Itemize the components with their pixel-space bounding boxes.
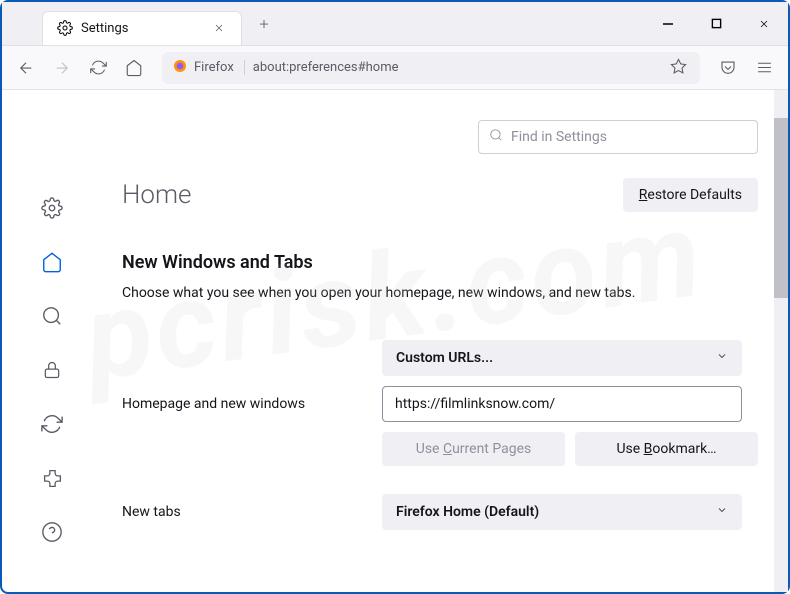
sidebar-item-privacy[interactable] xyxy=(34,352,70,388)
sidebar-item-sync[interactable] xyxy=(34,406,70,442)
close-icon[interactable] xyxy=(211,20,227,36)
window-controls xyxy=(644,3,788,45)
section-title: New Windows and Tabs xyxy=(122,252,758,273)
newtabs-select[interactable]: Firefox Home (Default) xyxy=(382,494,742,530)
navigation-toolbar: Firefox about:preferences#home xyxy=(2,46,788,90)
firefox-icon xyxy=(172,58,188,78)
select-value: Custom URLs... xyxy=(396,350,493,366)
select-value: Firefox Home (Default) xyxy=(396,504,539,520)
identity-label: Firefox xyxy=(194,60,245,75)
reload-button[interactable] xyxy=(82,52,114,84)
url-text: about:preferences#home xyxy=(253,60,662,75)
forward-button[interactable] xyxy=(46,52,78,84)
minimize-button[interactable] xyxy=(644,3,692,45)
close-button[interactable] xyxy=(740,3,788,45)
search-icon xyxy=(489,128,503,146)
settings-sidebar xyxy=(2,90,102,592)
section-description: Choose what you see when you open your h… xyxy=(122,283,758,304)
back-button[interactable] xyxy=(10,52,42,84)
maximize-button[interactable] xyxy=(692,3,740,45)
home-button[interactable] xyxy=(118,52,150,84)
chevron-down-icon xyxy=(716,350,728,366)
sidebar-item-search[interactable] xyxy=(34,298,70,334)
use-bookmark-button[interactable]: Use Bookmark… xyxy=(575,432,758,466)
sidebar-item-general[interactable] xyxy=(34,190,70,226)
restore-defaults-button[interactable]: Restore Defaults xyxy=(623,178,758,212)
tab-title: Settings xyxy=(81,21,203,36)
pocket-button[interactable] xyxy=(712,52,744,84)
search-input[interactable]: Find in Settings xyxy=(478,120,758,154)
menu-button[interactable] xyxy=(748,52,780,84)
sidebar-item-home[interactable] xyxy=(34,244,70,280)
chevron-down-icon xyxy=(716,504,728,520)
identity-box[interactable]: Firefox xyxy=(172,58,245,78)
search-placeholder: Find in Settings xyxy=(511,129,607,145)
homepage-label: Homepage and new windows xyxy=(122,396,382,412)
new-tab-button[interactable] xyxy=(250,10,278,38)
homepage-mode-select[interactable]: Custom URLs... xyxy=(382,340,742,376)
use-current-pages-button[interactable]: Use Current Pages xyxy=(382,432,565,466)
sidebar-item-help[interactable] xyxy=(34,514,70,550)
browser-tab[interactable]: Settings xyxy=(42,11,242,45)
title-bar: Settings xyxy=(2,2,788,46)
homepage-url-input[interactable] xyxy=(382,386,742,422)
sidebar-item-extensions[interactable] xyxy=(34,460,70,496)
scrollbar[interactable] xyxy=(774,90,788,592)
url-bar[interactable]: Firefox about:preferences#home xyxy=(162,52,700,84)
main-content: Find in Settings Home Restore Defaults N… xyxy=(102,90,788,592)
page-title: Home xyxy=(122,180,191,210)
gear-icon xyxy=(57,20,73,36)
bookmark-star-icon[interactable] xyxy=(670,58,690,78)
scrollbar-thumb[interactable] xyxy=(774,118,788,298)
newtabs-label: New tabs xyxy=(122,504,382,520)
